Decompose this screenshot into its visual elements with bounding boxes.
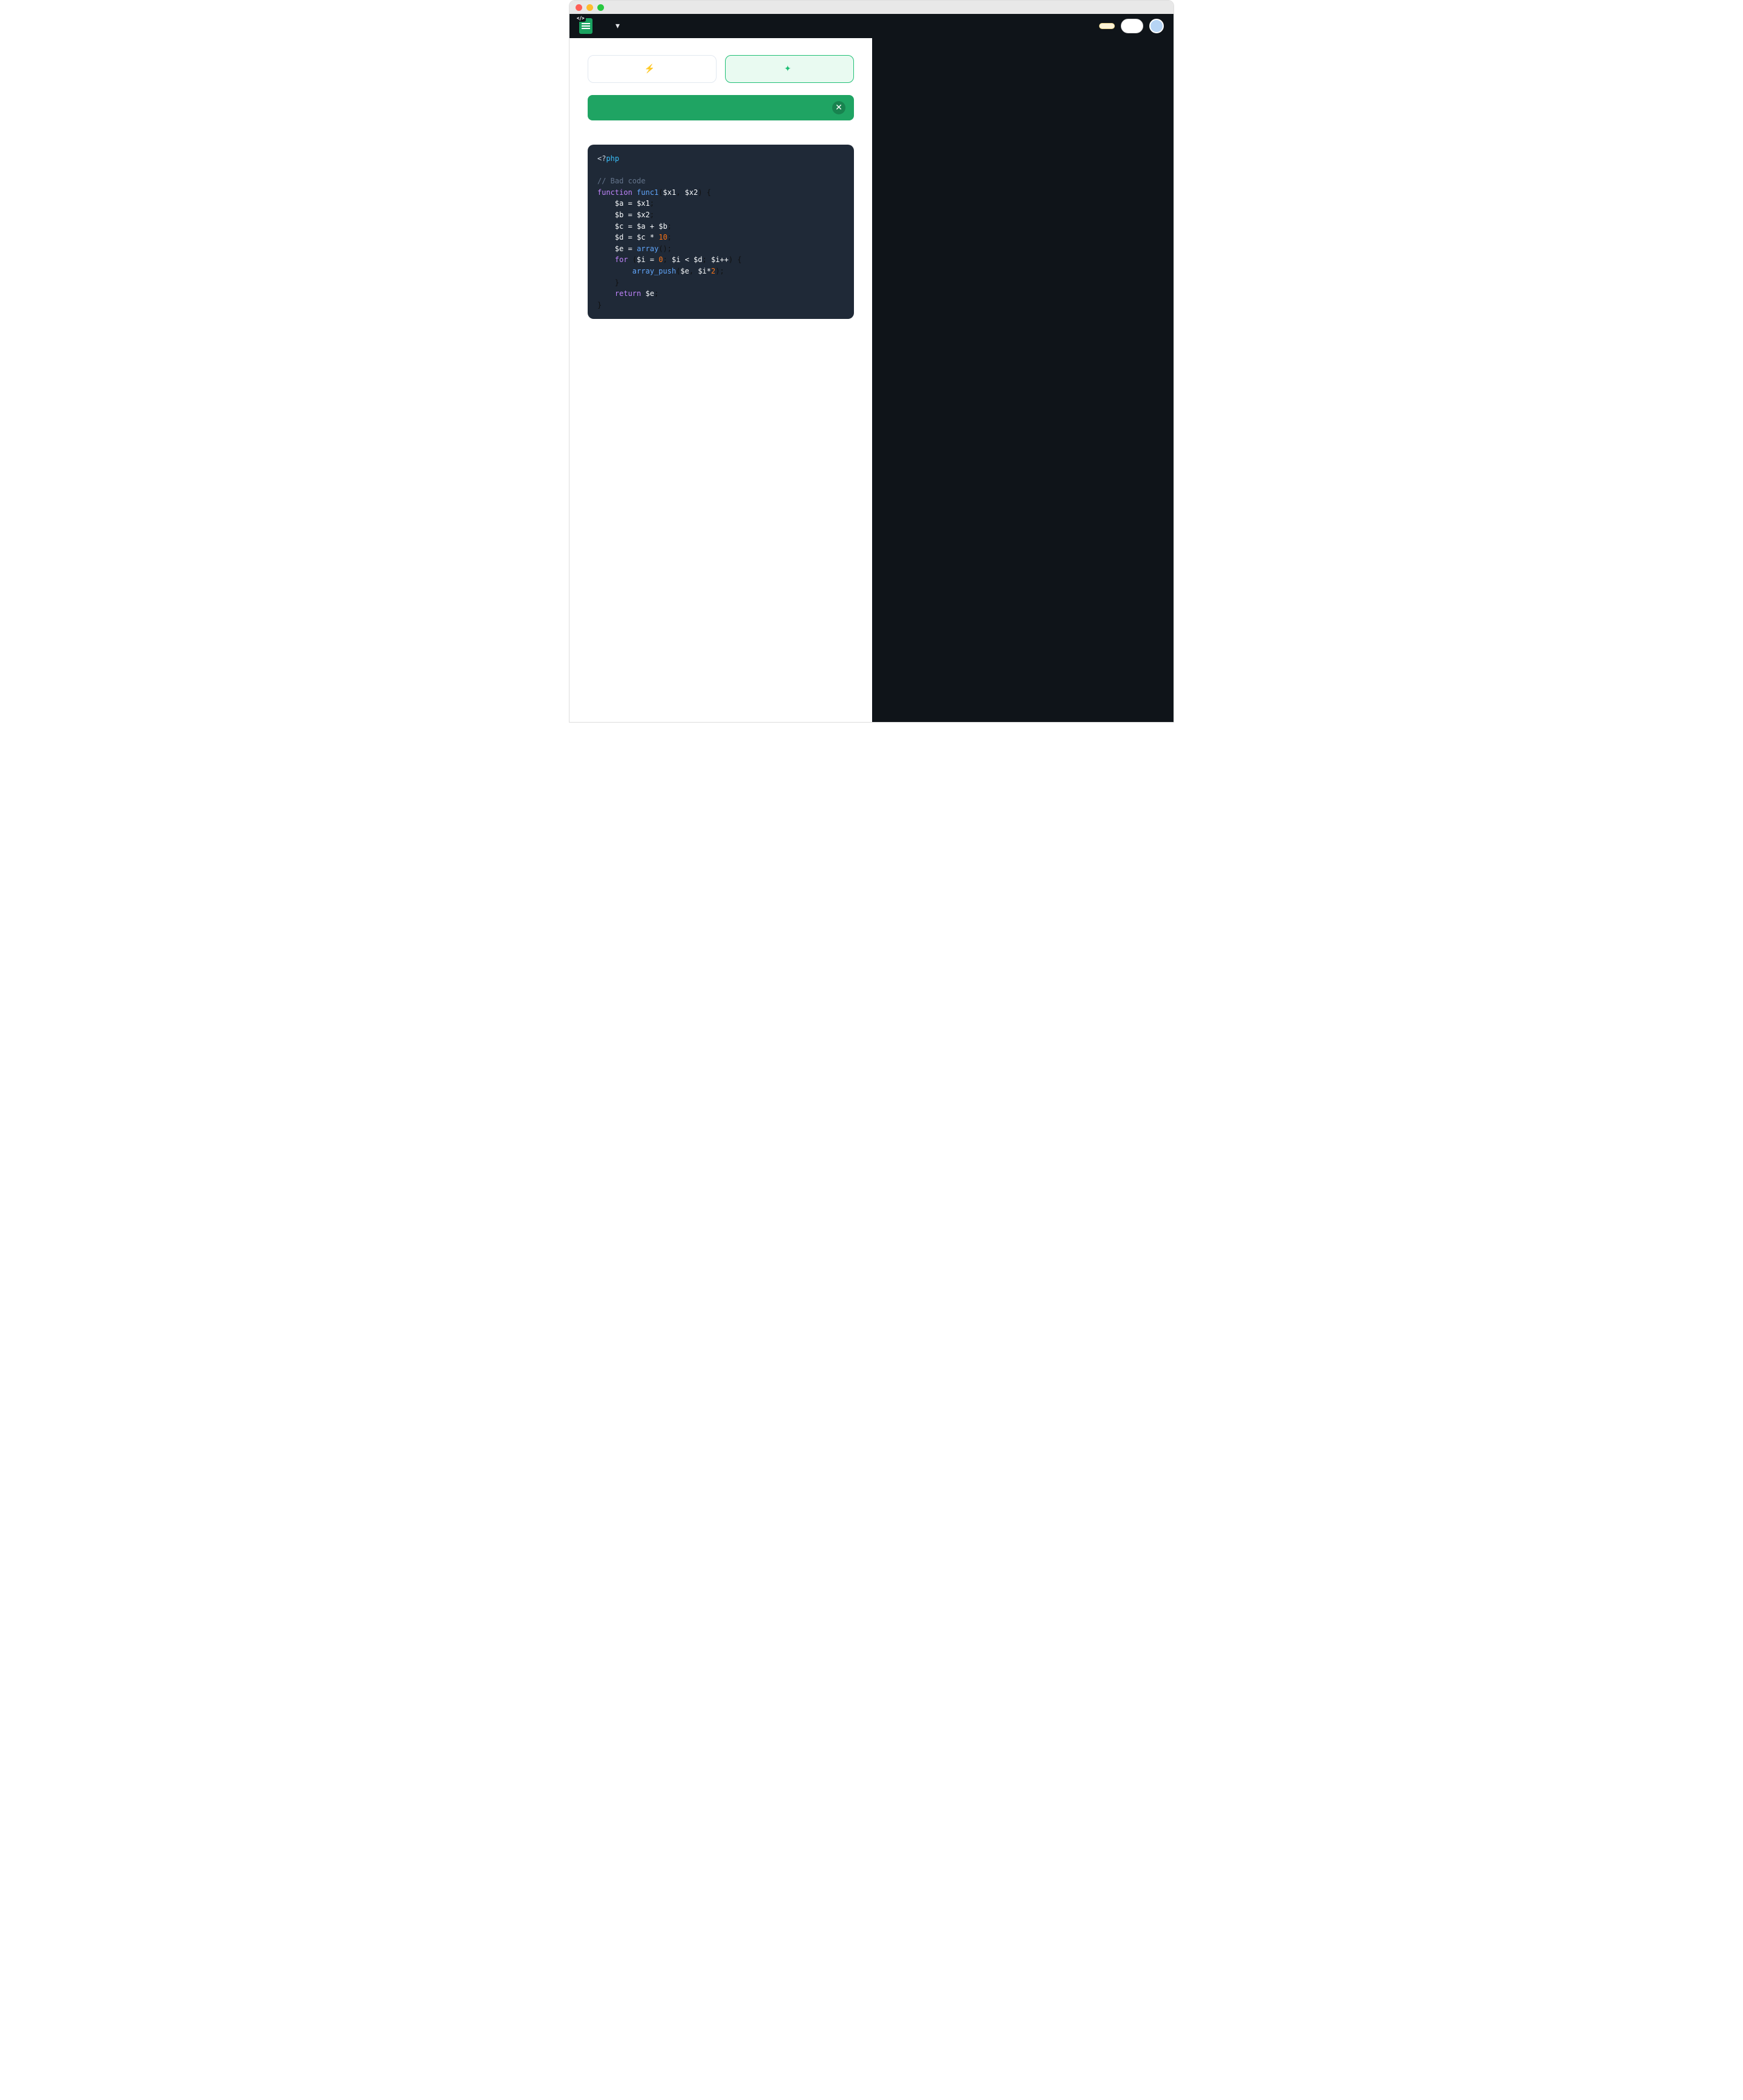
mode-faster-button[interactable]: ⚡	[588, 55, 717, 83]
window-minimize-icon[interactable]	[586, 4, 593, 11]
brand[interactable]	[579, 18, 599, 34]
mode-accurate-button[interactable]: ✦	[725, 55, 854, 83]
remove-file-button[interactable]: ✕	[832, 101, 845, 114]
uploaded-file-chip[interactable]: ✕	[588, 95, 854, 120]
pro-plan-pill[interactable]	[1099, 23, 1115, 29]
brand-logo-icon	[579, 18, 592, 34]
window-close-icon[interactable]	[576, 4, 582, 11]
avatar[interactable]	[1149, 19, 1164, 33]
credits-pill[interactable]	[1121, 19, 1143, 33]
input-code-block: <?php // Bad code function func1($x1, $x…	[588, 145, 854, 319]
macos-titlebar	[570, 1, 1173, 14]
sparkles-icon: ✦	[784, 64, 792, 74]
lightning-icon: ⚡	[645, 64, 653, 74]
top-nav: ▾	[570, 14, 1173, 38]
close-icon: ✕	[835, 103, 842, 113]
left-pane: ⚡ ✦	[570, 38, 872, 722]
chevron-down-icon: ▾	[615, 21, 620, 31]
window-zoom-icon[interactable]	[597, 4, 604, 11]
nav-browse-generators[interactable]: ▾	[613, 21, 620, 31]
